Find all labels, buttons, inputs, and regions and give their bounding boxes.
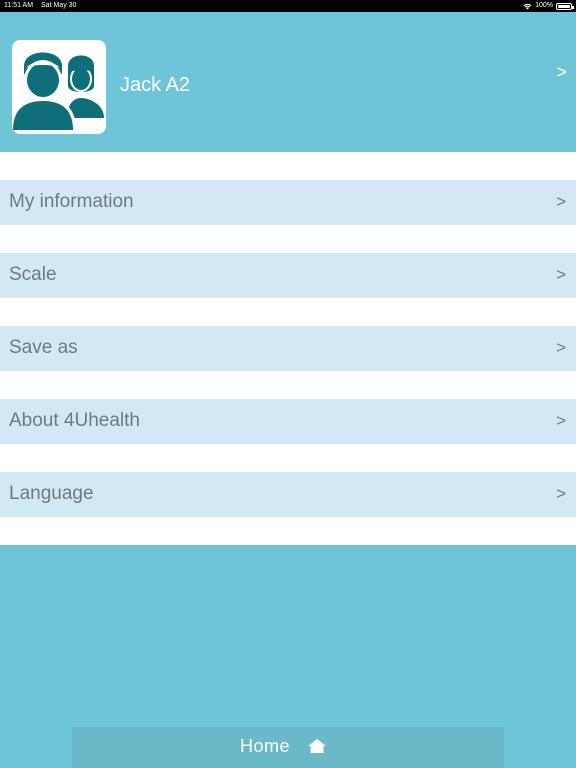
chevron-right-icon: > <box>556 484 566 503</box>
status-time: 11:51 AM <box>4 2 34 9</box>
wifi-icon <box>523 3 532 9</box>
menu-item-label: Language <box>9 483 94 504</box>
menu-item-language[interactable]: Language > <box>0 472 576 517</box>
menu-item-my-information[interactable]: My information > <box>0 180 576 225</box>
chevron-right-icon: > <box>556 192 566 211</box>
status-left: 11:51 AM Sat May 30 <box>4 0 82 12</box>
status-right: 100% <box>523 0 574 12</box>
menu-item-save-as[interactable]: Save as > <box>0 326 576 371</box>
profile-header[interactable]: Jack A2 > <box>0 12 576 152</box>
menu-item-label: About 4Uhealth <box>9 410 140 431</box>
home-button[interactable]: Home <box>72 727 504 768</box>
chevron-right-icon: > <box>556 411 566 430</box>
menu-item-label: Save as <box>9 337 78 358</box>
menu-item-label: My information <box>9 191 134 212</box>
chevron-right-icon: > <box>556 338 566 357</box>
battery-percent: 100% <box>535 2 553 9</box>
status-bar: 11:51 AM Sat May 30 100% <box>0 0 576 12</box>
home-label: Home <box>240 736 291 756</box>
battery-icon <box>556 2 574 10</box>
chevron-right-icon: > <box>556 265 566 284</box>
settings-menu: My information > Scale > Save as > About… <box>0 152 576 545</box>
family-icon <box>12 40 106 134</box>
menu-item-scale[interactable]: Scale > <box>0 253 576 298</box>
home-icon <box>308 739 326 753</box>
menu-item-about[interactable]: About 4Uhealth > <box>0 399 576 444</box>
chevron-right-icon[interactable]: > <box>556 62 567 83</box>
profile-name: Jack A2 <box>120 74 191 96</box>
status-date: Sat May 30 <box>41 2 77 9</box>
menu-item-label: Scale <box>9 264 57 285</box>
